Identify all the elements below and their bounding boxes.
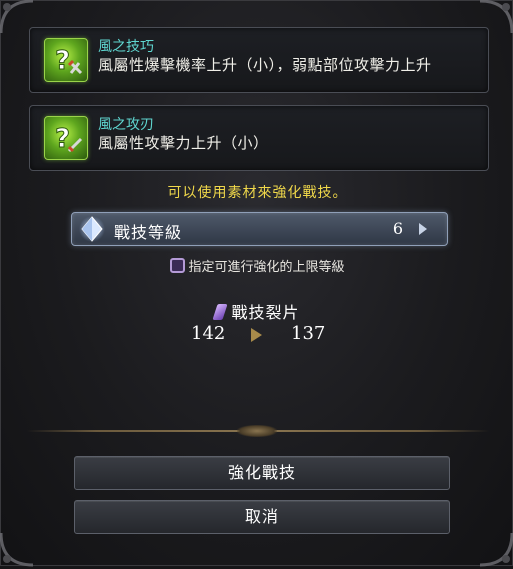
enhance-dialog: ? 風之技巧 風屬性爆擊機率上升（小），弱點部位攻擊力上升 ? 風之攻刃 風屬性…	[0, 0, 513, 569]
skill-card: ? 風之技巧 風屬性爆擊機率上升（小），弱點部位攻擊力上升	[29, 27, 489, 93]
wind-skill-icon: ?	[44, 38, 88, 82]
skill-description: 風屬性爆擊機率上升（小），弱點部位攻擊力上升	[98, 56, 432, 74]
level-label: 戰技等級	[114, 223, 183, 242]
svg-text:?: ?	[55, 124, 70, 154]
wind-skill-icon: ?	[44, 116, 88, 160]
skill-description: 風屬性攻擊力上升（小）	[98, 134, 269, 152]
skill-card: ? 風之攻刃 風屬性攻擊力上升（小）	[29, 105, 489, 171]
shard-icon	[212, 304, 229, 320]
divider-ornament	[237, 425, 277, 437]
corner-ornament	[476, 529, 513, 569]
level-value: 6	[392, 219, 403, 238]
enhance-hint: 可以使用素材來強化戰技。	[167, 185, 348, 201]
material-count-after: 137	[291, 323, 326, 344]
limit-icon	[170, 258, 186, 273]
material-count-before: 142	[191, 323, 226, 344]
enhance-button[interactable]: 強化戰技	[74, 456, 450, 490]
skill-level-selector[interactable]: 戰技等級 6	[71, 212, 448, 246]
limit-note-text: 指定可進行強化的上限等級	[188, 260, 345, 275]
material-name: 戰技裂片	[231, 303, 300, 322]
skill-name: 風之攻刃	[98, 117, 154, 133]
material-title: 戰技裂片	[1, 299, 513, 323]
level-limit-note: 指定可進行強化的上限等級	[1, 256, 513, 275]
diamond-crystal-icon	[79, 216, 105, 242]
skill-name: 風之技巧	[98, 39, 154, 55]
svg-text:?: ?	[55, 46, 70, 76]
corner-ornament	[0, 529, 37, 569]
cancel-button[interactable]: 取消	[74, 500, 450, 534]
arrow-right-icon	[251, 328, 262, 342]
arrow-right-icon[interactable]	[419, 223, 427, 235]
